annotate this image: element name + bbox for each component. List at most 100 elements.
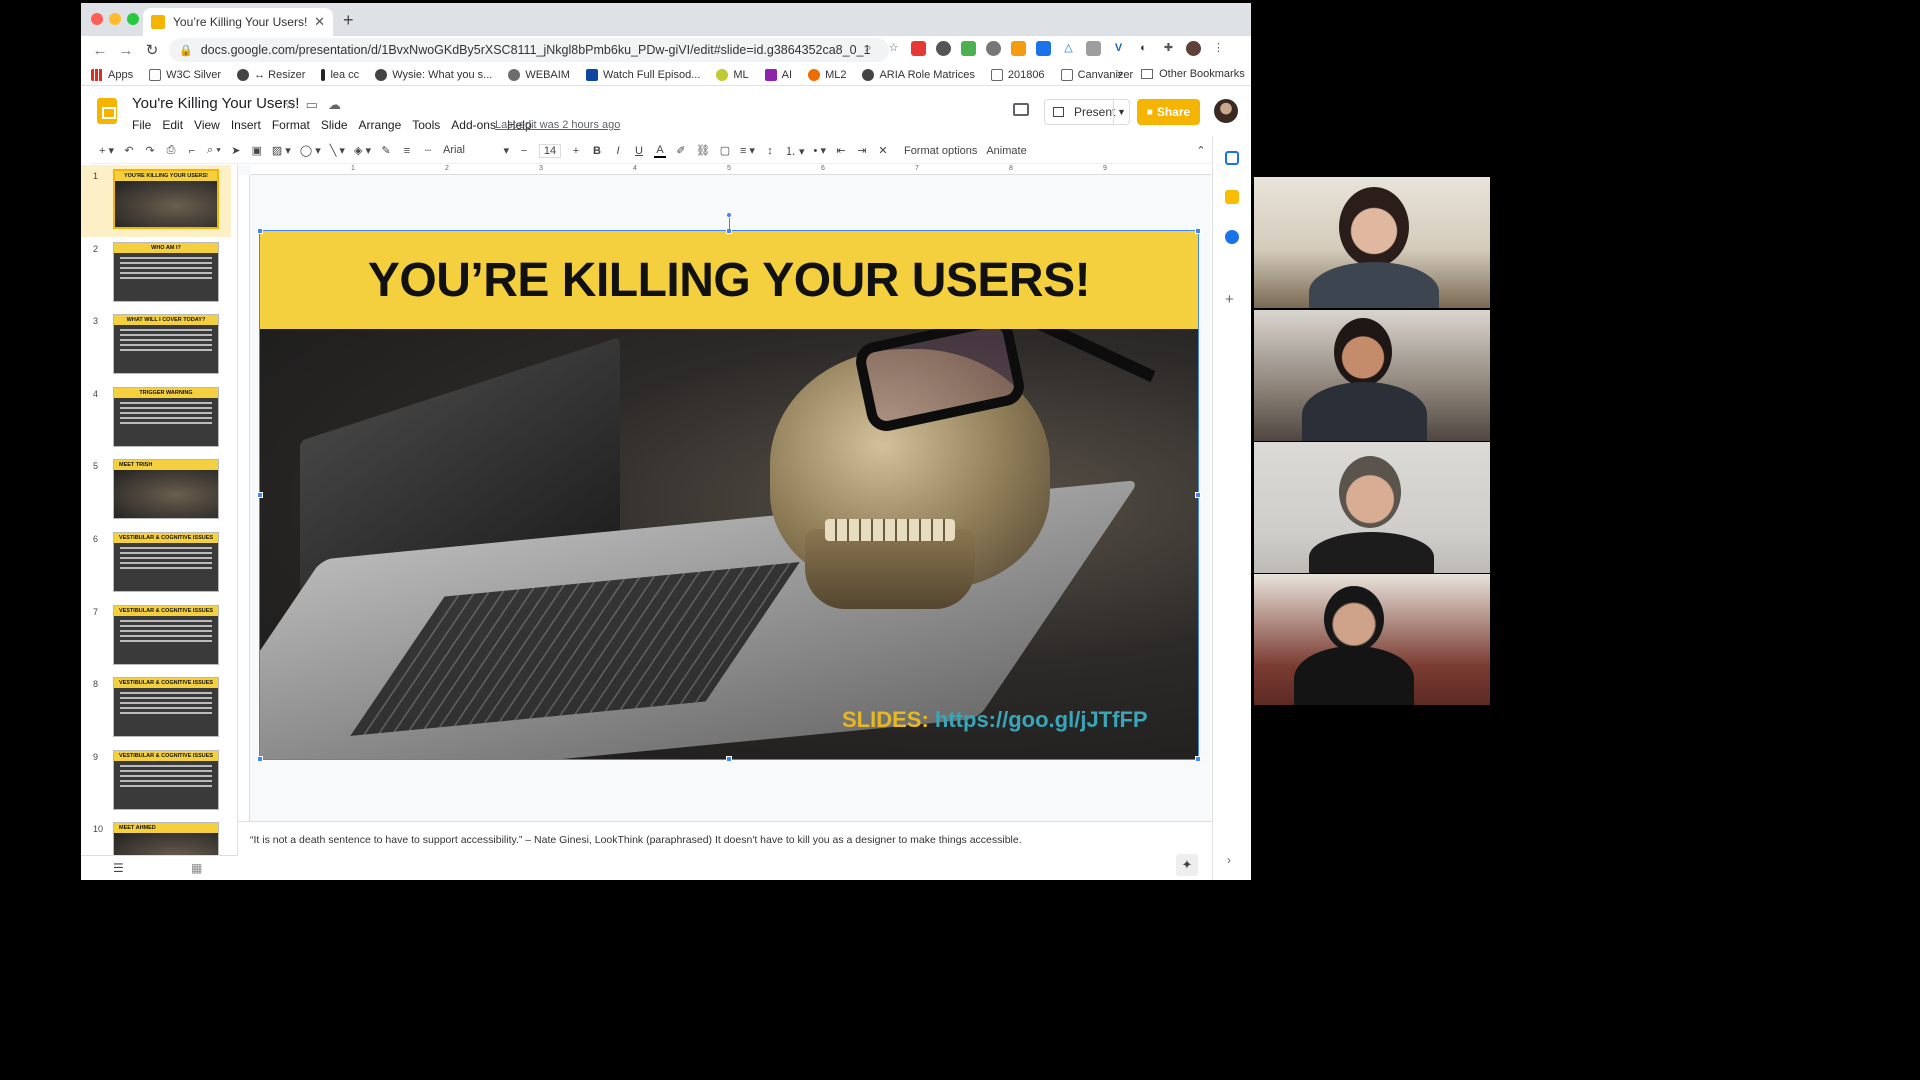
bookmark-ml[interactable]: ML	[716, 68, 749, 81]
slide-thumbnail[interactable]: WHO AM I?	[113, 241, 219, 302]
comments-icon[interactable]	[1013, 103, 1029, 116]
extension-orange-icon[interactable]	[1011, 41, 1026, 56]
format-options-button[interactable]: Format options	[904, 145, 977, 157]
paint-format-icon[interactable]: ⌐	[186, 145, 198, 157]
font-size-input[interactable]: 14	[538, 143, 561, 158]
extension-box-icon[interactable]	[1086, 41, 1101, 56]
bookmark-wysie[interactable]: Wysie: What you s...	[375, 68, 492, 81]
slide-heading[interactable]: YOU’RE KILLING YOUR USERS!	[368, 253, 1091, 308]
print-icon[interactable]: ⎙	[165, 144, 177, 157]
grid-view-icon[interactable]: ▦	[191, 861, 202, 875]
reload-icon[interactable]: ↻	[139, 41, 165, 59]
decrease-font-size-icon[interactable]: −	[518, 145, 530, 157]
profile-avatar-icon[interactable]	[1186, 41, 1201, 56]
extension-moon-icon[interactable]: ◐	[1136, 41, 1151, 56]
extension-circle-icon[interactable]	[986, 41, 1001, 56]
select-icon[interactable]: ➤	[230, 144, 242, 157]
bookmark-lea-cc[interactable]: lea cc	[321, 68, 359, 81]
slide-thumbnail[interactable]: VESTIBULAR & COGNITIVE ISSUES	[113, 749, 219, 810]
browser-tab[interactable]: You’re Killing Your Users! - Go ✕	[143, 8, 333, 36]
speaker-notes-text[interactable]: “It is not a death sentence to have to s…	[250, 834, 1022, 846]
menu-insert[interactable]: Insert	[231, 118, 261, 132]
speaker-notes[interactable]: “It is not a death sentence to have to s…	[238, 821, 1211, 880]
resize-handle-top-right[interactable]	[1195, 228, 1201, 234]
explore-icon[interactable]: ✦	[1176, 854, 1198, 876]
slides-url[interactable]: https://goo.gl/jJTfFP	[935, 707, 1148, 732]
maximize-window-button[interactable]	[127, 13, 139, 25]
bulleted-list-icon[interactable]: • ▾	[814, 144, 826, 157]
border-dash-icon[interactable]: ┄	[422, 144, 434, 157]
menu-format[interactable]: Format	[272, 118, 310, 132]
present-button[interactable]: Present ▼	[1044, 99, 1130, 125]
line-icon[interactable]: ╲ ▾	[330, 144, 345, 157]
bookmark-apps[interactable]: Apps	[91, 68, 133, 81]
slide-thumbnail[interactable]: VESTIBULAR & COGNITIVE ISSUES	[113, 604, 219, 665]
line-spacing-icon[interactable]: ↕	[764, 145, 776, 157]
move-to-folder-icon[interactable]: ▭	[306, 97, 318, 113]
star-icon[interactable]: ☆	[284, 97, 296, 113]
underline-icon[interactable]: U	[633, 145, 645, 157]
pinterest-icon[interactable]	[936, 41, 951, 56]
menu-slide[interactable]: Slide	[321, 118, 348, 132]
collapse-toolbar-icon[interactable]: ⌃	[1195, 144, 1207, 157]
resize-handle-bottom[interactable]	[726, 756, 732, 762]
extension-grid-icon[interactable]	[961, 41, 976, 56]
new-tab-icon[interactable]: +	[343, 10, 354, 31]
calendar-icon[interactable]	[1225, 151, 1239, 165]
text-color-icon[interactable]: A	[653, 144, 666, 158]
tasks-icon[interactable]	[1225, 230, 1239, 244]
forward-icon[interactable]: →	[113, 42, 139, 59]
bookmark-ai[interactable]: AI	[764, 68, 792, 81]
document-title[interactable]: You're Killing Your Users!	[132, 95, 299, 112]
extension-v-icon[interactable]: V	[1111, 41, 1126, 56]
menu-file[interactable]: File	[132, 118, 151, 132]
slide-thumbnail[interactable]: VESTIBULAR & COGNITIVE ISSUES	[113, 677, 219, 738]
slide-thumbnail[interactable]: YOU'RE KILLING YOUR USERS!	[113, 169, 219, 229]
keep-icon[interactable]	[1225, 190, 1239, 204]
slide-thumbnail[interactable]: WHAT WILL I COVER TODAY?	[113, 314, 219, 375]
bookmark-w3c-silver[interactable]: W3C Silver	[149, 68, 221, 81]
cloud-saved-icon[interactable]: ☁	[328, 97, 341, 113]
animate-button[interactable]: Animate	[986, 145, 1026, 157]
fill-color-icon[interactable]: ◈ ▾	[354, 144, 371, 157]
bookmark-ml2[interactable]: ML2	[808, 68, 846, 81]
border-color-icon[interactable]: ✎	[380, 144, 392, 157]
font-select[interactable]: Arial ▾	[443, 144, 509, 157]
insert-link-icon[interactable]: ⛓	[696, 144, 710, 157]
border-weight-icon[interactable]: ≡	[401, 145, 413, 157]
bookmark-webaim[interactable]: WEBAIM	[508, 68, 570, 81]
resize-handle-right[interactable]	[1195, 492, 1201, 498]
other-bookmarks[interactable]: Other Bookmarks	[1159, 68, 1245, 80]
slides-link-text[interactable]: SLIDES: https://goo.gl/jJTfFP	[842, 707, 1148, 733]
image-icon[interactable]: ▨ ▾	[272, 144, 291, 157]
back-icon[interactable]: ←	[87, 42, 113, 59]
redo-icon[interactable]: ↷	[144, 144, 156, 157]
extension-shield-icon[interactable]	[1036, 41, 1051, 56]
clear-formatting-icon[interactable]: ✕	[877, 144, 889, 157]
decrease-indent-icon[interactable]: ⇤	[835, 144, 847, 157]
shape-icon[interactable]: ◯ ▾	[300, 144, 321, 157]
menu-tools[interactable]: Tools	[412, 118, 440, 132]
bookmark-201806[interactable]: 201806	[990, 68, 1045, 81]
menu-edit[interactable]: Edit	[162, 118, 183, 132]
slide-thumbnail[interactable]: VESTIBULAR & COGNITIVE ISSUES	[113, 532, 219, 592]
resize-handle-bottom-right[interactable]	[1195, 756, 1201, 762]
address-bar[interactable]: 🔒 docs.google.com/presentation/d/1BvxNwo…	[169, 38, 889, 62]
resize-handle-top-left[interactable]	[257, 228, 263, 234]
share-button[interactable]: ■ Share	[1137, 99, 1200, 125]
minimize-window-button[interactable]	[109, 13, 121, 25]
increase-indent-icon[interactable]: ⇥	[856, 144, 868, 157]
last-edit-link[interactable]: Last edit was 2 hours ago	[495, 119, 620, 131]
account-avatar[interactable]	[1214, 99, 1238, 123]
italic-icon[interactable]: I	[612, 145, 624, 157]
resize-handle-left[interactable]	[257, 492, 263, 498]
bookmark-watch-full-episodes[interactable]: Watch Full Episod...	[585, 68, 700, 81]
extension-triangle-icon[interactable]: △	[1061, 41, 1076, 56]
zoom-icon[interactable]: ⌕ ▾	[207, 144, 221, 157]
extensions-puzzle-icon[interactable]: ✚	[1161, 41, 1176, 56]
present-dropdown-icon[interactable]: ▼	[1113, 100, 1129, 124]
align-icon[interactable]: ≡ ▾	[740, 144, 755, 157]
numbered-list-icon[interactable]: ⒈ ▾	[785, 143, 805, 159]
menu-add-ons[interactable]: Add-ons	[451, 118, 496, 132]
expand-panel-icon[interactable]: ›	[1227, 853, 1231, 867]
